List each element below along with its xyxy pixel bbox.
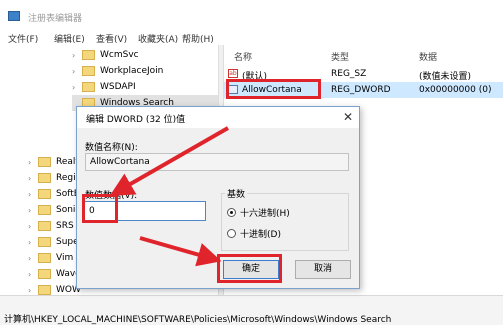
dialog-title-bar: 编辑 DWORD (32 位)值 ✕ [77, 107, 359, 128]
value-name-label: 数值名称(N): [85, 143, 138, 153]
highlight-box-ok [217, 254, 282, 283]
radix-label: 基数 [225, 187, 248, 200]
chevron-right-icon[interactable]: › [72, 83, 82, 92]
chevron-right-icon[interactable]: › [28, 286, 38, 295]
dialog-title: 编辑 DWORD (32 位)值 [86, 115, 186, 125]
tree-item[interactable]: › WSDAPI [72, 79, 136, 95]
folder-icon [38, 205, 51, 215]
cancel-button[interactable]: 取消 [295, 260, 351, 279]
folder-icon [38, 173, 51, 183]
tree-item[interactable]: › Super [28, 234, 82, 250]
close-icon[interactable]: ✕ [343, 110, 353, 124]
chevron-right-icon[interactable]: › [28, 270, 38, 279]
menu-favorites[interactable]: 收藏夹(A) [138, 32, 178, 45]
tree-item[interactable]: › SRS I [28, 218, 79, 234]
folder-icon [38, 221, 51, 231]
folder-icon [38, 253, 51, 263]
regedit-app-icon [8, 11, 20, 21]
tree-item[interactable]: › Sonic [28, 202, 80, 218]
column-header-name[interactable]: 名称 [234, 50, 252, 63]
folder-icon [38, 189, 51, 199]
folder-icon [82, 66, 95, 76]
menu-view[interactable]: 查看(V) [96, 32, 127, 45]
chevron-right-icon[interactable]: › [28, 238, 38, 247]
menu-edit[interactable]: 编辑(E) [54, 32, 85, 45]
tree-item[interactable]: › WorkplaceJoin [72, 63, 163, 79]
highlight-box-allowcortana [226, 79, 321, 99]
menu-file[interactable]: 文件(F) [8, 32, 38, 45]
radio-decimal[interactable]: 十进制(D) [227, 227, 281, 240]
chevron-right-icon[interactable]: › [28, 158, 38, 167]
chevron-right-icon[interactable]: › [28, 222, 38, 231]
value-name-field: AllowCortana [85, 153, 349, 171]
folder-icon [82, 50, 95, 60]
status-bar: 计算机\HKEY_LOCAL_MACHINE\SOFTWARE\Policies… [0, 295, 503, 325]
chevron-right-icon[interactable]: › [28, 254, 38, 263]
folder-icon [38, 237, 51, 247]
tree-item[interactable]: › Vim [28, 250, 73, 266]
tree-item[interactable]: › Wave [28, 266, 81, 282]
tree-item[interactable]: › WcmSvc [72, 47, 139, 63]
menu-bar: 文件(F) 编辑(E) 查看(V) 收藏夹(A) 帮助(H) [0, 30, 503, 45]
tree-item[interactable]: › SoftE [28, 186, 79, 202]
radix-group [221, 193, 349, 251]
radio-unselected-icon [227, 229, 236, 238]
menu-help[interactable]: 帮助(H) [182, 32, 214, 45]
chevron-right-icon[interactable]: › [72, 51, 82, 60]
folder-icon [38, 157, 51, 167]
chevron-right-icon[interactable]: › [72, 67, 82, 76]
radio-selected-icon [227, 208, 236, 217]
folder-icon [38, 285, 51, 295]
radio-hexadecimal[interactable]: 十六进制(H) [227, 206, 290, 219]
column-header-data[interactable]: 数据 [419, 50, 437, 63]
tree-item[interactable]: › WOW [28, 282, 81, 295]
chevron-right-icon[interactable]: › [28, 174, 38, 183]
status-path: 计算机\HKEY_LOCAL_MACHINE\SOFTWARE\Policies… [4, 315, 392, 325]
title-bar: 注册表编辑器 [0, 0, 503, 30]
folder-icon [38, 269, 51, 279]
chevron-right-icon[interactable]: › [28, 206, 38, 215]
folder-icon [82, 82, 95, 92]
column-header-type[interactable]: 类型 [331, 50, 349, 63]
window-title: 注册表编辑器 [28, 14, 83, 24]
tree-item[interactable]: › Realt [28, 154, 79, 170]
string-value-icon: ab [228, 69, 238, 78]
tree-item[interactable]: › Regis [28, 170, 80, 186]
chevron-right-icon[interactable]: › [28, 190, 38, 199]
highlight-box-value [82, 194, 118, 223]
